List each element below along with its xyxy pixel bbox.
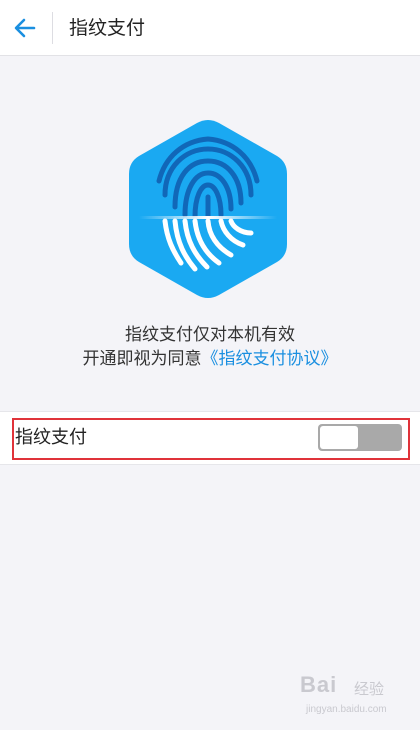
toggle-knob	[320, 426, 358, 449]
notice-line-2: 开通即视为同意《指纹支付协议》	[0, 347, 420, 371]
fingerprint-notice: 指纹支付仅对本机有效 开通即视为同意《指纹支付协议》	[0, 323, 420, 371]
header-divider	[52, 12, 53, 44]
fingerprint-scan-icon	[129, 120, 287, 298]
arrow-left-icon	[14, 18, 36, 38]
agreement-link[interactable]: 《指纹支付协议》	[202, 349, 338, 369]
baidu-watermark: Bai 经验 jingyan.baidu.com	[300, 672, 410, 720]
page-title: 指纹支付	[69, 17, 146, 39]
notice-line-1: 指纹支付仅对本机有效	[125, 325, 295, 345]
watermark-url: jingyan.baidu.com	[306, 704, 387, 715]
setting-label: 指纹支付	[15, 427, 87, 448]
watermark-brand: Bai	[300, 672, 338, 697]
watermark-sub: 经验	[354, 680, 385, 698]
fingerprint-hero: 指纹支付仅对本机有效 开通即视为同意《指纹支付协议》	[0, 57, 420, 397]
app-header: 指纹支付	[0, 0, 420, 56]
notice-prefix: 开通即视为同意	[82, 349, 202, 369]
fingerprint-pay-toggle[interactable]	[318, 424, 402, 451]
back-button[interactable]	[10, 14, 40, 42]
